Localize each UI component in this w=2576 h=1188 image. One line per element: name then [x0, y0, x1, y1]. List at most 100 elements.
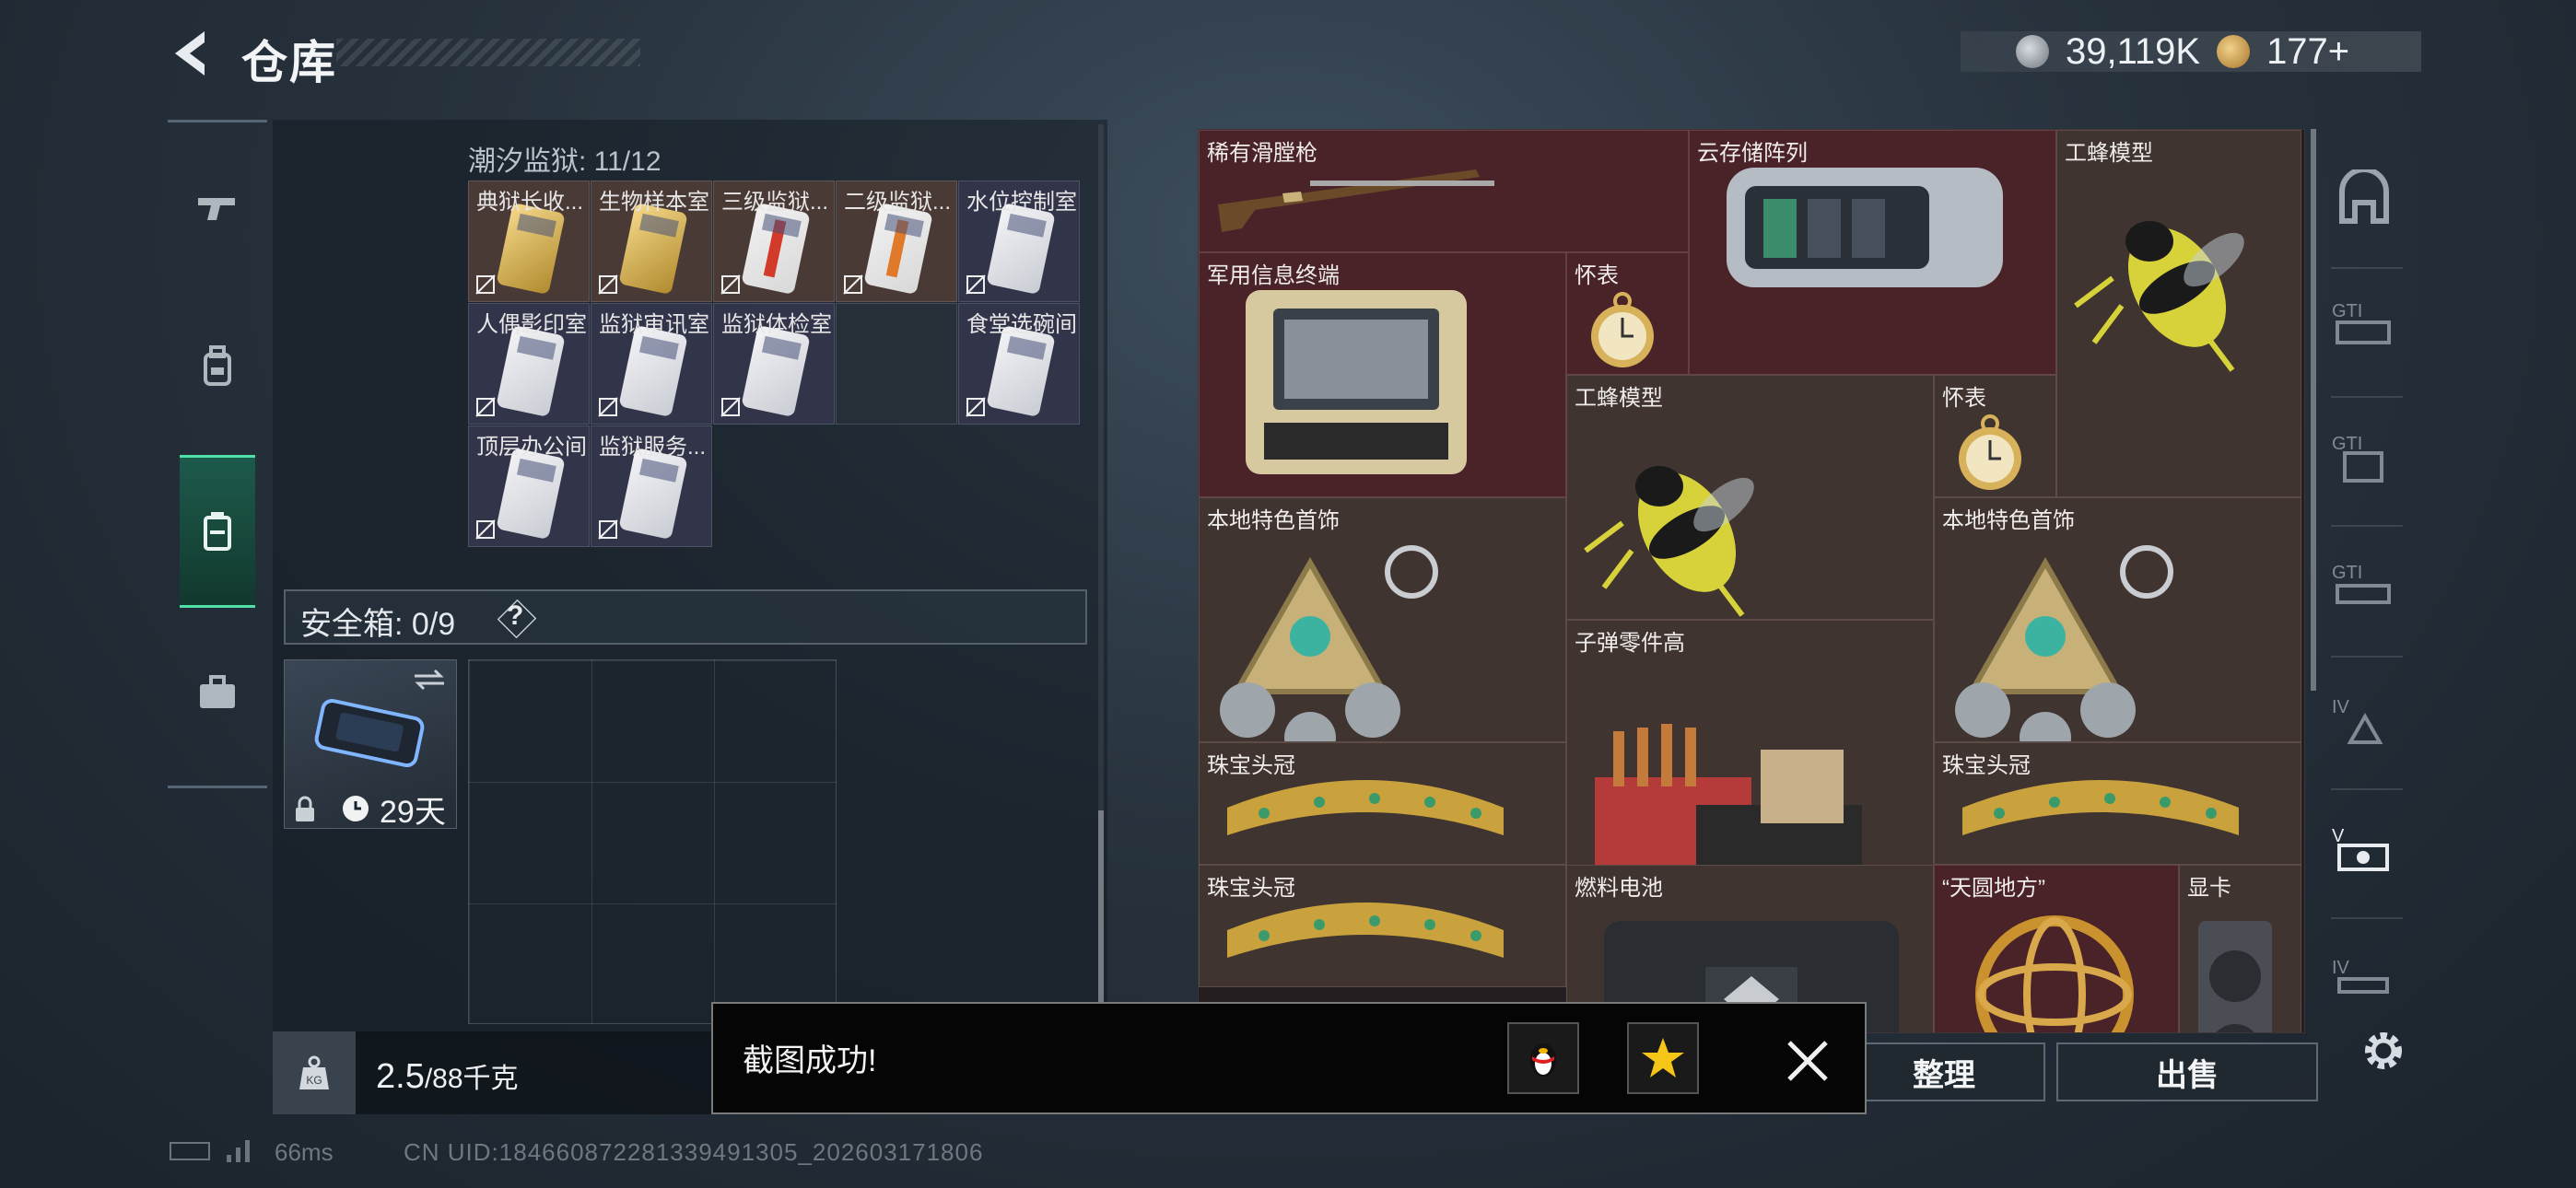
stash-item[interactable]: 军用信息终端: [1199, 252, 1566, 497]
key-slot[interactable]: 人偶影印室: [468, 303, 590, 425]
key-slot-label: 三级监狱...: [721, 190, 829, 215]
key-slot[interactable]: 水位控制室: [958, 181, 1080, 302]
uid-readout: CN UID:1846608722813394913​05_2026031718…: [404, 1138, 984, 1166]
no-trade-icon: [966, 274, 986, 295]
stash-item[interactable]: 工蜂模型: [2056, 130, 2301, 497]
stash-item-name: “天圆地方”: [1942, 876, 2045, 901]
ping-readout: 66ms: [275, 1138, 334, 1166]
stash-tab-6[interactable]: IV: [2331, 943, 2397, 1009]
stash-item[interactable]: 云存储阵列: [1689, 130, 2056, 375]
signal-icon: [227, 1140, 250, 1162]
nav-weapons[interactable]: [180, 134, 255, 282]
key-slot[interactable]: 食堂选碗间: [958, 303, 1080, 425]
keycard-image: [986, 324, 1056, 418]
keycard-image: [496, 324, 566, 418]
stash-tab-divider: [2331, 525, 2403, 527]
triangle-token-icon: [2217, 35, 2251, 68]
safe-box-label: 安全箱: 0/9: [300, 607, 456, 642]
key-slot[interactable]: 生物样本室: [591, 181, 712, 302]
stash-item-name: 本地特色首饰: [1207, 508, 1340, 533]
no-trade-icon: [475, 274, 496, 295]
swap-icon[interactable]: [411, 667, 448, 693]
key-slot[interactable]: [836, 303, 957, 425]
key-slot-label: 顶层办公间: [476, 435, 587, 460]
stash-tab-divider: [2331, 267, 2403, 269]
nav-keycards[interactable]: [180, 455, 255, 608]
nav-briefcase[interactable]: [180, 619, 255, 766]
key-slot[interactable]: 监狱审讯室: [591, 303, 712, 425]
server-image: [1727, 168, 2003, 287]
stash-item[interactable]: 珠宝头冠: [1934, 742, 2301, 865]
stash-page-icon-active: V: [2332, 826, 2389, 871]
key-slot[interactable]: 二级监狱...: [836, 181, 957, 302]
gpu-image: [2198, 921, 2272, 1032]
key-slot[interactable]: 顶层办公间: [468, 425, 590, 547]
stash-page-icon: GTI: [2332, 563, 2391, 604]
settings-gear-icon[interactable]: [2359, 1026, 2408, 1076]
stash-item-name: 珠宝头冠: [1207, 876, 1295, 901]
jewel-image: [1955, 545, 2173, 741]
stash-tab-1[interactable]: GTI: [2331, 291, 2397, 357]
bee-image: [2074, 221, 2244, 372]
toast-message: 截图成功!: [743, 1043, 877, 1078]
safe-case-expiry: 29天: [380, 795, 446, 830]
stash-item-name: 怀表: [1942, 386, 1986, 411]
pistol-icon: [198, 198, 235, 220]
nav-gear[interactable]: [180, 293, 255, 440]
sell-button[interactable]: 出售: [2056, 1042, 2318, 1101]
stash-tab-2[interactable]: GTI: [2331, 424, 2397, 490]
key-slot-label: 人偶影印室: [476, 312, 587, 337]
weight-readout: 2.5/88千克: [376, 1055, 519, 1097]
stash-item-name: 云存储阵列: [1697, 141, 1808, 166]
container-title: 潮汐监狱: 11/12: [468, 146, 662, 177]
no-trade-icon: [720, 397, 741, 417]
stash-page-icon: GTI: [2332, 301, 2391, 344]
stash-item[interactable]: 珠宝头冠: [1199, 742, 1566, 865]
terminal-image: [1246, 290, 1467, 474]
no-trade-icon: [475, 397, 496, 417]
stash-item[interactable]: 显卡: [2179, 865, 2301, 1032]
close-icon[interactable]: [1780, 1033, 1835, 1089]
stash-tab-home[interactable]: [2331, 166, 2397, 232]
key-slot[interactable]: 三级监狱...: [713, 181, 835, 302]
container-scroll-thumb[interactable]: [1098, 810, 1104, 1022]
stash-item[interactable]: 稀有滑膛枪: [1199, 130, 1689, 252]
share-qzone-button[interactable]: [1627, 1022, 1699, 1094]
stash-item-name: 工蜂模型: [2065, 141, 2153, 166]
stash-tab-divider: [2331, 917, 2403, 919]
key-slot-label: 食堂选碗间: [966, 312, 1077, 337]
stash-item[interactable]: “天圆地方”: [1934, 865, 2179, 1032]
stash-tab-4[interactable]: IV: [2331, 687, 2397, 753]
stash-item[interactable]: 工蜂模型: [1566, 375, 1934, 620]
safe-box-grid[interactable]: [468, 659, 837, 1024]
backpack-icon: [204, 345, 231, 386]
key-slot[interactable]: 监狱服务...: [591, 425, 712, 547]
stash-item[interactable]: 珠宝头冠: [1199, 865, 1566, 987]
key-slot[interactable]: 监狱体检室: [713, 303, 835, 425]
currency-bar: 39,119K 177+: [1961, 31, 2421, 72]
share-qq-button[interactable]: [1507, 1022, 1579, 1094]
weight-max: /88千克: [424, 1064, 519, 1094]
stash-scrollbar[interactable]: [2311, 129, 2316, 691]
stash-page-icon: IV: [2332, 697, 2383, 744]
no-trade-icon: [598, 274, 618, 295]
stash-item[interactable]: 本地特色首饰: [1199, 497, 1566, 742]
svg-text:GTI: GTI: [2332, 434, 2362, 454]
stash-item[interactable]: 怀表: [1934, 375, 2056, 497]
stash-tab-5[interactable]: V: [2331, 816, 2397, 882]
key-slot-label: 生物样本室: [599, 190, 709, 215]
back-arrow-icon[interactable]: [168, 28, 214, 79]
stash-tab-3[interactable]: GTI: [2331, 553, 2397, 619]
stash-item[interactable]: 怀表: [1566, 252, 1689, 375]
key-slot[interactable]: 典狱长收...: [468, 181, 590, 302]
no-trade-icon: [843, 274, 863, 295]
stash-item[interactable]: 本地特色首饰: [1934, 497, 2301, 742]
lock-icon: [296, 796, 314, 821]
key-slot-label: 监狱体检室: [721, 312, 832, 337]
currency-secondary[interactable]: 177+: [2266, 31, 2349, 73]
no-trade-icon: [475, 519, 496, 540]
no-trade-icon: [598, 519, 618, 540]
help-mark[interactable]: ?: [507, 600, 523, 632]
sort-button[interactable]: 整理: [1843, 1042, 2045, 1101]
no-trade-icon: [966, 397, 986, 417]
